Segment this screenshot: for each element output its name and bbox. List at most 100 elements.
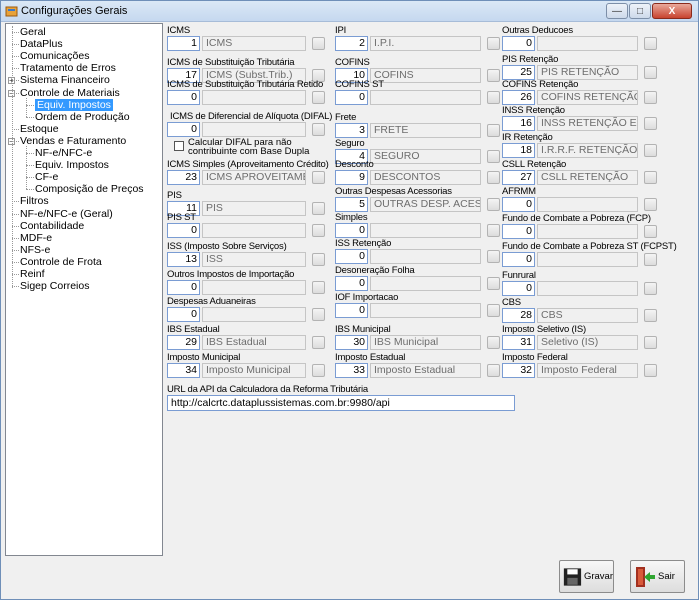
- tree-item[interactable]: Tratamento de Erros: [6, 62, 162, 74]
- lookup-button[interactable]: [644, 336, 657, 349]
- lookup-button[interactable]: [487, 277, 500, 290]
- api-url-input[interactable]: http://calcrtc.dataplussistemas.com.br:9…: [167, 395, 515, 411]
- lookup-button[interactable]: [487, 198, 500, 211]
- tax-code-input[interactable]: 0: [502, 36, 535, 51]
- tax-code-input[interactable]: 0: [167, 90, 200, 105]
- tree-item[interactable]: NF-e/NFC-e: [6, 147, 162, 159]
- tax-code-input[interactable]: 34: [167, 363, 200, 378]
- exit-button[interactable]: Sair: [630, 560, 685, 593]
- lookup-button[interactable]: [487, 91, 500, 104]
- tree-item[interactable]: Filtros: [6, 195, 162, 207]
- lookup-button[interactable]: [487, 304, 500, 317]
- tree-item[interactable]: Equiv. Impostos: [6, 98, 162, 111]
- tree-item[interactable]: NF-e/NFC-e (Geral): [6, 208, 162, 220]
- tax-code-input[interactable]: 0: [502, 224, 535, 239]
- lookup-button[interactable]: [487, 150, 500, 163]
- tax-code-input[interactable]: 5: [335, 197, 368, 212]
- tax-code-input[interactable]: 2: [335, 36, 368, 51]
- tree-item[interactable]: Equiv. Impostos: [6, 159, 162, 171]
- tax-code-input[interactable]: 0: [167, 280, 200, 295]
- lookup-button[interactable]: [312, 308, 325, 321]
- lookup-button[interactable]: [644, 91, 657, 104]
- tax-code-input[interactable]: 0: [502, 252, 535, 267]
- lookup-button[interactable]: [487, 224, 500, 237]
- lookup-button[interactable]: [487, 250, 500, 263]
- tax-code-input[interactable]: 0: [502, 281, 535, 296]
- lookup-button[interactable]: [644, 171, 657, 184]
- tree-item[interactable]: DataPlus: [6, 38, 162, 50]
- lookup-button[interactable]: [487, 69, 500, 82]
- lookup-button[interactable]: [644, 198, 657, 211]
- tree-item[interactable]: Ordem de Produção: [6, 111, 162, 123]
- maximize-button[interactable]: □: [629, 3, 651, 19]
- lookup-button[interactable]: [487, 336, 500, 349]
- tax-code-input[interactable]: 30: [335, 335, 368, 350]
- tax-code-input[interactable]: 0: [335, 303, 368, 318]
- lookup-button[interactable]: [644, 364, 657, 377]
- tax-code-input[interactable]: 1: [167, 36, 200, 51]
- tree-item[interactable]: Contabilidade: [6, 220, 162, 232]
- close-button[interactable]: X: [652, 3, 692, 19]
- tax-code-input[interactable]: 0: [335, 276, 368, 291]
- tax-code-input[interactable]: 26: [502, 90, 535, 105]
- tax-code-input[interactable]: 31: [502, 335, 535, 350]
- lookup-button[interactable]: [312, 91, 325, 104]
- lookup-button[interactable]: [487, 364, 500, 377]
- tree-item[interactable]: Controle de Frota: [6, 256, 162, 268]
- tax-code-input[interactable]: 3: [335, 123, 368, 138]
- save-button[interactable]: Gravar: [559, 560, 614, 593]
- tax-code-input[interactable]: 0: [335, 249, 368, 264]
- tax-code-input[interactable]: 0: [167, 122, 200, 137]
- tree-item[interactable]: CF-e: [6, 171, 162, 183]
- tax-code-input[interactable]: 28: [502, 308, 535, 323]
- lookup-button[interactable]: [487, 124, 500, 137]
- lookup-button[interactable]: [312, 281, 325, 294]
- lookup-button[interactable]: [644, 253, 657, 266]
- tax-code-input[interactable]: 0: [335, 223, 368, 238]
- tax-code-input[interactable]: 23: [167, 170, 200, 185]
- lookup-button[interactable]: [644, 37, 657, 50]
- lookup-button[interactable]: [312, 224, 325, 237]
- lookup-button[interactable]: [487, 171, 500, 184]
- lookup-button[interactable]: [312, 171, 325, 184]
- lookup-button[interactable]: [312, 364, 325, 377]
- lookup-button[interactable]: [312, 336, 325, 349]
- tree-item[interactable]: Comunicações: [6, 50, 162, 62]
- tax-code-input[interactable]: 0: [167, 307, 200, 322]
- lookup-button[interactable]: [644, 282, 657, 295]
- lookup-button[interactable]: [644, 309, 657, 322]
- settings-tree[interactable]: Geral DataPlus Comunicações Tratamento de E…: [5, 23, 163, 556]
- lookup-button[interactable]: [312, 253, 325, 266]
- tree-item[interactable]: Geral: [6, 26, 162, 38]
- tax-code-input[interactable]: 33: [335, 363, 368, 378]
- minimize-button[interactable]: —: [606, 3, 628, 19]
- lookup-button[interactable]: [487, 37, 500, 50]
- tax-code-input[interactable]: 27: [502, 170, 535, 185]
- tree-item[interactable]: MDF-e: [6, 232, 162, 244]
- tax-code-input[interactable]: 16: [502, 116, 535, 131]
- lookup-button[interactable]: [312, 37, 325, 50]
- tax-code-input[interactable]: 29: [167, 335, 200, 350]
- difal-checkbox[interactable]: [174, 141, 184, 151]
- tree-item[interactable]: + Sistema Financeiro: [6, 74, 162, 86]
- lookup-button[interactable]: [644, 117, 657, 130]
- tax-code-input[interactable]: 13: [167, 252, 200, 267]
- tree-item[interactable]: Reinf: [6, 268, 162, 280]
- tree-item[interactable]: Composição de Preços: [6, 183, 162, 195]
- lookup-button[interactable]: [312, 202, 325, 215]
- tax-code-input[interactable]: 18: [502, 143, 535, 158]
- tree-item[interactable]: NFS-e: [6, 244, 162, 256]
- lookup-button[interactable]: [644, 225, 657, 238]
- tree-item[interactable]: − Vendas e Faturamento: [6, 135, 162, 147]
- lookup-button[interactable]: [644, 66, 657, 79]
- tree-item[interactable]: Sigep Correios: [6, 280, 162, 292]
- tax-code-input[interactable]: 0: [502, 197, 535, 212]
- tax-code-input[interactable]: 25: [502, 65, 535, 80]
- tree-item[interactable]: − Controle de Materiais: [6, 87, 162, 99]
- tax-code-input[interactable]: 32: [502, 363, 535, 378]
- lookup-button[interactable]: [312, 123, 325, 136]
- tax-code-input[interactable]: 0: [167, 223, 200, 238]
- lookup-button[interactable]: [644, 144, 657, 157]
- tree-item[interactable]: Estoque: [6, 123, 162, 135]
- tax-code-input[interactable]: 0: [335, 90, 368, 105]
